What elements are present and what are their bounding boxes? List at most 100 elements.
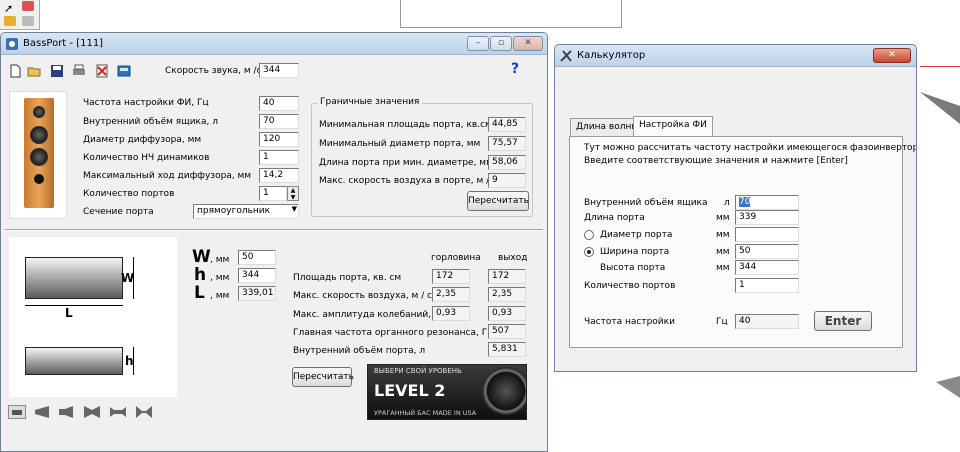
min-port-area-value: 44,85 — [488, 117, 526, 132]
calc-port-height-label: Высота порта — [600, 263, 666, 273]
tab-port-tuning[interactable]: Настройка ФИ — [633, 116, 713, 137]
shape-rect-button[interactable] — [8, 405, 26, 419]
calc-port-width-unit: мм — [716, 247, 730, 257]
calc-port-height-field[interactable]: 344 — [735, 260, 799, 275]
width-radio[interactable] — [584, 247, 594, 257]
result-amplitude-throat: 0,93 — [432, 306, 470, 321]
result-port-area-label: Площадь порта, кв. см — [293, 273, 402, 283]
calc-port-length-field[interactable]: 339 — [735, 210, 799, 225]
new-file-icon[interactable] — [8, 64, 22, 78]
exit-column-header: выход — [498, 253, 528, 263]
minimize-button[interactable]: – — [467, 36, 489, 51]
intro-line1: Тут можно рассчитать частоту настройки и… — [584, 143, 917, 153]
max-excursion-label: Максимальный ход диффузора, мм — [83, 171, 252, 181]
calc-port-height-unit: мм — [716, 263, 730, 273]
result-air-speed-label: Макс. скорость воздуха, м / с — [293, 291, 433, 301]
calculator-close-button[interactable]: ✕ — [873, 48, 911, 63]
enter-button[interactable]: Enter — [814, 311, 872, 331]
woofer-count-label: Количество НЧ динамиков — [83, 153, 210, 163]
bassport-window: BassPort - [111] – ▫ ✕ Скорость звука, м… — [0, 32, 548, 452]
result-port-area-throat: 172 — [432, 269, 470, 284]
maximize-button[interactable]: ▫ — [490, 36, 512, 51]
calculator-icon[interactable] — [117, 64, 131, 78]
eraser-icon — [22, 1, 34, 11]
tuning-frequency-label: Частота настройки ФИ, Гц — [83, 98, 209, 108]
calc-box-volume-field[interactable]: 70 — [735, 195, 799, 210]
chevron-down-icon: ▼ — [291, 205, 297, 213]
max-air-speed-value: 9 — [488, 173, 526, 188]
bassport-titlebar[interactable]: BassPort - [111] – ▫ ✕ — [1, 33, 547, 55]
calc-port-width-label: Ширина порта — [600, 247, 670, 257]
intro-line2: Введите соответствующие значения и нажми… — [584, 156, 848, 166]
max-excursion-field[interactable]: 14,2 — [259, 168, 299, 183]
h-letter: h — [194, 265, 207, 285]
throat-column-header: горловина — [431, 253, 481, 263]
result-organ-resonance-label: Главная частота органного резонанса, Гц — [293, 328, 494, 338]
l-letter: L — [194, 283, 205, 303]
result-air-speed-exit: 2,35 — [488, 287, 526, 302]
close-button[interactable]: ✕ — [513, 36, 543, 51]
port-count-label: Количество портов — [83, 189, 175, 199]
shape-bell-button[interactable] — [109, 405, 127, 419]
help-icon[interactable]: ? — [511, 61, 519, 77]
port-section-label: Сечение порта — [83, 207, 154, 217]
tools-icon — [560, 50, 572, 62]
calculator-window: Калькулятор ✕ Длина волны Настройка ФИ Т… — [554, 44, 917, 372]
sound-speed-field[interactable]: 344 — [259, 63, 299, 78]
advert-banner[interactable]: ВЫБЕРИ СВОЙ УРОВЕНЬ LEVEL 2 УРАГАННЫЙ БА… — [367, 364, 527, 420]
shape-horn-button[interactable] — [57, 405, 75, 419]
open-folder-icon[interactable] — [27, 64, 41, 78]
w-diagram-label: W — [121, 271, 135, 285]
l-diagram-label: L — [65, 306, 73, 320]
min-port-diameter-label: Минимальный диаметр порта, мм — [319, 139, 481, 149]
w-field[interactable]: 50 — [238, 250, 276, 265]
background-tool-palette: ➚ — [0, 0, 40, 30]
port-count-spinner[interactable]: ▲ ▼ — [287, 186, 299, 201]
limits-recalculate-button[interactable]: Пересчитать — [467, 191, 529, 211]
calc-port-diameter-label: Диаметр порта — [600, 230, 673, 240]
eraser-tool-icon — [22, 16, 34, 26]
save-icon[interactable] — [50, 64, 64, 78]
background-panel — [400, 0, 622, 28]
calc-port-count-field[interactable]: 1 — [735, 278, 799, 293]
h-field[interactable]: 344 — [238, 268, 276, 283]
calc-port-width-field[interactable]: 50 — [735, 244, 799, 259]
shape-pinched-button[interactable] — [135, 405, 153, 419]
shape-double-flare-button[interactable] — [83, 405, 101, 419]
min-port-diameter-value: 75,57 — [488, 136, 526, 151]
tuning-frequency-field[interactable]: 40 — [259, 96, 299, 111]
calc-box-volume-value: 70 — [739, 197, 751, 207]
delete-icon[interactable] — [95, 64, 109, 78]
diffuser-diameter-field[interactable]: 120 — [259, 132, 299, 147]
print-icon[interactable] — [72, 64, 86, 78]
result-amplitude-label: Макс. амплитуда колебаний, см — [293, 310, 446, 320]
advert-line3: УРАГАННЫЙ БАС MADE IN USA — [374, 409, 477, 417]
bassport-client: Скорость звука, м /с 344 ? Частота настр… — [1, 55, 547, 451]
limits-group-title: Граничные значения — [317, 97, 423, 107]
calc-tuning-value: 40 — [735, 314, 799, 329]
box-volume-field[interactable]: 70 — [259, 114, 299, 129]
tab-panel: Тут можно рассчитать частоту настройки и… — [569, 136, 916, 348]
paint-icon — [4, 16, 16, 26]
port-diagram: W L h — [9, 237, 177, 397]
port-length-min-diameter-label: Длина порта при мин. диаметре, мм — [319, 158, 493, 168]
background-axis-line — [920, 66, 960, 67]
background-shape — [920, 92, 960, 124]
port-section-select[interactable]: прямоугольник ▼ — [193, 204, 299, 219]
port-count-field[interactable]: 1 — [259, 186, 287, 201]
calculator-titlebar[interactable]: Калькулятор ✕ — [555, 45, 916, 67]
calc-port-diameter-field[interactable] — [735, 227, 799, 242]
calc-port-length-unit: мм — [716, 213, 730, 223]
results-recalculate-button[interactable]: Пересчитать — [292, 367, 354, 387]
result-port-volume-label: Внутренний объём порта, л — [293, 346, 426, 356]
sound-speed-label: Скорость звука, м /с — [165, 66, 262, 76]
h-unit: , мм — [210, 273, 230, 283]
result-amplitude-exit: 0,93 — [488, 306, 526, 321]
calc-tuning-unit: Гц — [716, 317, 728, 327]
calc-port-diameter-unit: мм — [716, 230, 730, 240]
diameter-radio[interactable] — [584, 230, 594, 240]
calc-box-volume-unit: л — [724, 198, 730, 208]
max-air-speed-label: Макс. скорость воздуха в порте, м /с — [319, 176, 495, 186]
woofer-count-field[interactable]: 1 — [259, 150, 299, 165]
shape-flare-button[interactable] — [33, 405, 51, 419]
